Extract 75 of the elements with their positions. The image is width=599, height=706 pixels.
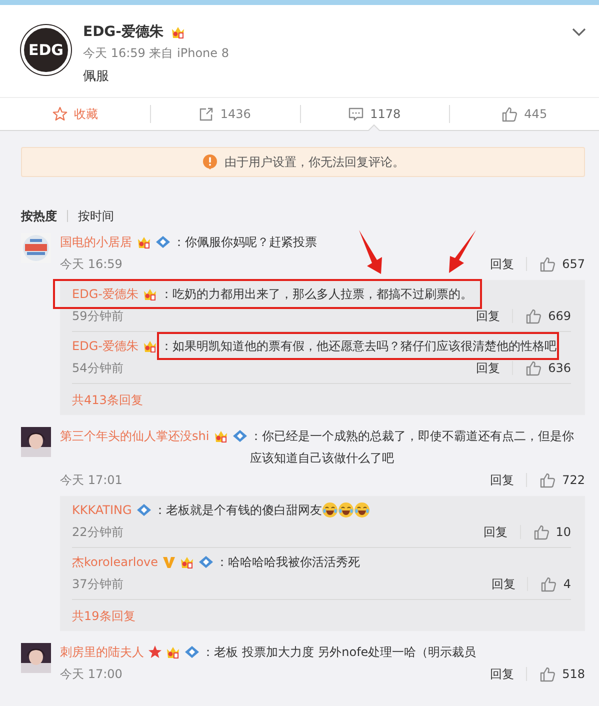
crown-badge-icon xyxy=(165,645,181,659)
thumbs-up-icon xyxy=(501,106,518,122)
reply-button[interactable]: 回复 xyxy=(476,308,500,324)
star-icon xyxy=(52,106,68,122)
like-count: 669 xyxy=(548,309,571,323)
crown-badge-icon xyxy=(170,25,186,39)
comment-time: 59分钟前 xyxy=(72,308,124,324)
notice-text: 由于用户设置，你无法回复评论。 xyxy=(224,154,404,170)
reply-button[interactable]: 回复 xyxy=(491,576,516,592)
like-count: 10 xyxy=(556,525,571,539)
more-replies-link[interactable]: 共413条回复 xyxy=(72,392,143,409)
thumbs-up-icon[interactable] xyxy=(525,360,542,376)
author-name[interactable]: EDG-爱德朱 xyxy=(72,283,138,305)
comment-text: ：吃奶的力都用出来了，那么多人拉票，都搞不过刷票的。 xyxy=(160,286,472,303)
reply-button[interactable]: 回复 xyxy=(476,360,500,376)
comment-time: 54分钟前 xyxy=(72,360,124,376)
crown-badge-icon xyxy=(213,429,230,443)
thumbs-up-icon[interactable] xyxy=(532,524,550,540)
comment-text: ：哈哈哈哈我被你活活秀死 xyxy=(216,554,360,571)
sort-tab[interactable]: 按时间 xyxy=(78,208,114,224)
laughing-emoji-icon xyxy=(338,502,354,518)
diamond-badge-icon xyxy=(136,503,152,517)
laughing-emoji-icon xyxy=(354,502,370,518)
avatar-logo: EDG xyxy=(21,25,71,75)
comment-text: ：你已经是一个成熟的总裁了，即使不霸道还有点二，但是你应该知道自己该做什么了吧 xyxy=(250,428,576,467)
sort-tab[interactable]: 按热度 xyxy=(21,208,57,224)
comment-time: 今天 17:00 xyxy=(60,666,124,682)
reply-button[interactable]: 回复 xyxy=(490,472,514,488)
author-name[interactable]: KKKATING xyxy=(72,499,132,521)
comment-time: 22分钟前 xyxy=(72,524,124,540)
reply-button[interactable]: 回复 xyxy=(484,524,508,540)
share-icon xyxy=(198,106,214,122)
alert-icon xyxy=(202,154,218,170)
star-badge-icon xyxy=(148,645,162,659)
diamond-badge-icon xyxy=(155,235,171,249)
reply-button[interactable]: 回复 xyxy=(490,256,514,272)
author-name[interactable]: 国电的小居居 xyxy=(60,231,132,253)
like-count: 636 xyxy=(548,361,571,375)
thumbs-up-icon[interactable] xyxy=(525,308,542,324)
comment-time: 今天 17:01 xyxy=(60,472,124,488)
author-name[interactable]: EDG-爱德朱 xyxy=(72,335,138,357)
author-name[interactable]: 杰korolearlove xyxy=(72,551,158,573)
thumbs-up-icon[interactable] xyxy=(539,666,556,682)
crown-badge-icon xyxy=(142,339,158,353)
like-count: 4 xyxy=(563,577,571,591)
comment-text: ：你佩服你妈呢？赶紧投票 xyxy=(173,234,317,251)
crown-badge-icon xyxy=(136,235,152,249)
diamond-badge-icon xyxy=(184,645,200,659)
more-replies-link[interactable]: 共19条回复 xyxy=(72,608,136,625)
author-name[interactable]: 刺房里的陆夫人 xyxy=(60,641,144,663)
chevron-down-icon[interactable] xyxy=(572,28,586,37)
comment-text: ：老板就是个有钱的傻白甜网友 xyxy=(154,502,322,519)
thumbs-up-icon[interactable] xyxy=(539,472,556,488)
comment-icon xyxy=(348,106,364,122)
crown-badge-icon xyxy=(179,555,196,569)
crown-badge-icon xyxy=(142,287,158,301)
thumbs-up-icon[interactable] xyxy=(540,576,558,592)
like-count: 722 xyxy=(562,473,585,487)
comment-text: ：如果明凯知道他的票有假，他还愿意去吗？猪仔们应该很清楚他的性格吧 xyxy=(160,339,556,353)
v-badge-icon xyxy=(162,555,176,569)
diamond-badge-icon xyxy=(198,555,214,569)
author-name[interactable]: 第三个年头的仙人掌还没shi xyxy=(60,425,210,447)
post-text: 佩服 xyxy=(83,68,110,85)
diamond-badge-icon xyxy=(232,429,248,443)
favorite-button[interactable]: 收藏 xyxy=(0,98,150,130)
reply-button[interactable]: 回复 xyxy=(490,666,514,682)
laughing-emoji-icon xyxy=(322,502,338,518)
comment-time: 今天 16:59 xyxy=(60,256,124,272)
author-name[interactable]: EDG-爱德朱 xyxy=(83,23,164,41)
like-count: 518 xyxy=(562,667,585,681)
comment-text: ：老板 投票加大力度 另外nofe处理一哈（明示裁员 xyxy=(202,644,476,661)
like-count: 657 xyxy=(562,257,585,271)
post-meta: 今天 16:59 来自 iPhone 8 xyxy=(83,45,229,62)
comment-time: 37分钟前 xyxy=(72,576,124,592)
thumbs-up-icon[interactable] xyxy=(539,256,556,272)
